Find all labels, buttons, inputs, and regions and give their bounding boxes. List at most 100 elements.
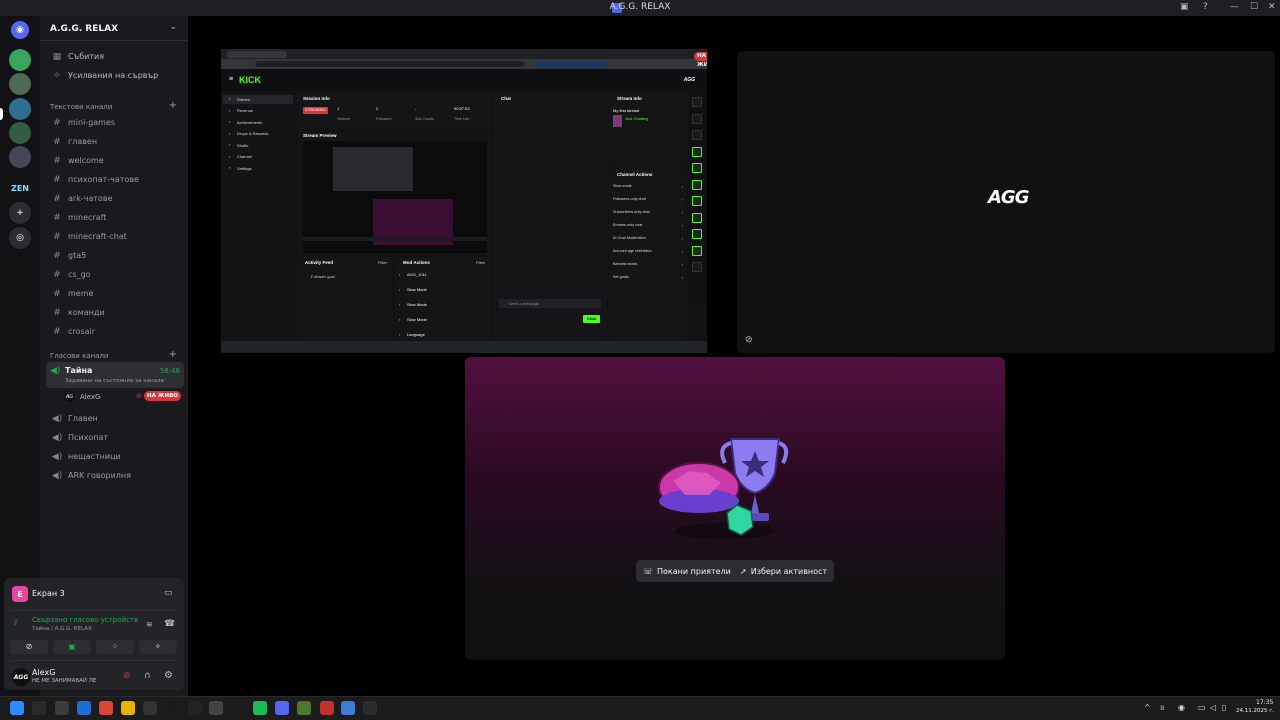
volume-icon[interactable]: ◁ — [1210, 703, 1216, 712]
app-icon[interactable] — [341, 701, 355, 715]
edge-icon[interactable] — [77, 701, 91, 715]
voice-user-name[interactable]: AlexG — [80, 393, 100, 401]
choose-activity-button[interactable]: ➚ Избери активност — [733, 560, 835, 582]
inbox-icon[interactable]: ▣ — [1180, 2, 1189, 12]
activity-item: Follower goal — [311, 274, 335, 279]
tray-icon[interactable]: ◉ — [1178, 703, 1185, 712]
selected-server-indicator — [0, 108, 3, 120]
spotify-icon[interactable] — [253, 701, 267, 715]
kick-tool-button — [692, 163, 702, 173]
maximize-button[interactable]: ☐ — [1250, 2, 1258, 12]
connection-status[interactable]: Свързано гласово устройств — [32, 616, 138, 624]
disconnect-icon[interactable]: ☎ — [164, 619, 175, 629]
add-channel-icon[interactable]: + — [169, 100, 177, 111]
server-2-icon[interactable] — [9, 73, 31, 95]
mic-muted-icon[interactable]: ⊘ — [123, 671, 131, 681]
mod-icon: ▪ — [399, 273, 401, 277]
screen-share-button[interactable]: ▣ — [53, 640, 91, 654]
screen-share-tile[interactable]: KICK ≡ AGG ▪ Stream ▪ Revenue ▪ Achievements ▪… — [221, 49, 707, 353]
noise-suppression-icon[interactable]: ≋ — [146, 620, 153, 629]
text-channel-главен[interactable]: # главен — [48, 133, 184, 150]
add-voice-channel-icon[interactable]: + — [169, 349, 177, 360]
voice-status-text[interactable]: Задаване на състояние за канала — [65, 378, 164, 384]
user-panel: E Екран 3 ▭ ⫽ Свързано гласово устройств… — [4, 578, 184, 690]
help-icon[interactable]: ? — [1203, 2, 1208, 12]
text-channel-cs_go[interactable]: # cs_go — [48, 266, 184, 283]
voice-channel-Главен[interactable]: ◀) Главен — [48, 410, 184, 427]
clock-time[interactable]: 17:35 — [1256, 699, 1273, 706]
camera-off-button[interactable]: ⊘ — [10, 640, 48, 654]
add-user-icon: ☏ — [643, 566, 654, 576]
battery-icon[interactable]: ▯ — [1222, 703, 1226, 712]
discord-icon[interactable] — [275, 701, 289, 715]
settings-gear-icon[interactable]: ⚙ — [164, 670, 173, 681]
terminal-icon[interactable] — [209, 701, 223, 715]
voice-channel-ARK говорилня[interactable]: ◀) ARK говорилня — [48, 467, 184, 484]
app-icon[interactable] — [363, 701, 377, 715]
channel-name: cs_go — [68, 270, 91, 279]
minimize-button[interactable]: — — [1230, 2, 1239, 12]
task-view-icon[interactable] — [55, 701, 69, 715]
server-4-icon[interactable] — [9, 122, 31, 144]
steam-icon[interactable] — [231, 701, 245, 715]
text-channel-minecraft[interactable]: # minecraft — [48, 209, 184, 226]
add-server-icon[interactable]: + — [9, 202, 31, 224]
text-channel-crosair[interactable]: # crosair — [48, 323, 184, 340]
connection-location[interactable]: Тайна / A.G.G. RELAX — [32, 626, 92, 632]
minecraft-icon[interactable] — [297, 701, 311, 715]
active-voice-channel[interactable]: ◀) Тайна 58:46 Задаване на състояние за … — [46, 362, 184, 388]
mic-muted-icon: ⊘ — [745, 335, 753, 345]
menu-icon: ≡ — [229, 76, 234, 83]
text-channel-welcome[interactable]: # welcome — [48, 152, 184, 169]
server-name[interactable]: A.G.G. RELAX — [50, 24, 118, 34]
text-channel-ark-чатове[interactable]: # ark-чатове — [48, 190, 184, 207]
text-channel-meme[interactable]: # meme — [48, 285, 184, 302]
search-icon[interactable] — [32, 701, 46, 715]
url-field — [255, 61, 525, 67]
user-avatar[interactable]: AGG — [12, 668, 30, 686]
server-1-icon[interactable] — [9, 49, 31, 71]
app-icon[interactable] — [143, 701, 157, 715]
chevron-down-icon[interactable]: ⌄ — [169, 22, 177, 32]
discover-icon[interactable]: ◎ — [9, 227, 31, 249]
network-icon[interactable]: ▭ — [1198, 703, 1206, 712]
discord-home-icon[interactable]: ◉ — [11, 21, 29, 39]
bluetooth-icon[interactable]: ʙ — [1160, 703, 1165, 712]
windows-start-icon[interactable] — [10, 701, 24, 715]
activities-button[interactable]: ⁘ — [96, 640, 134, 654]
text-channel-команди[interactable]: # команди — [48, 304, 184, 321]
server-agg-icon[interactable] — [9, 98, 31, 120]
text-channel-minecraft-chat[interactable]: # minecraft-chat — [48, 228, 184, 245]
voice-channel-нещастници[interactable]: ◀) нещастници — [48, 448, 184, 465]
chevron-right-icon: › — [681, 275, 683, 280]
headphones-icon[interactable]: ∩ — [144, 671, 151, 681]
tray-chevron-icon[interactable]: ^ — [1144, 703, 1151, 712]
popout-icon[interactable]: ▭ — [164, 588, 173, 598]
soundboard-button[interactable]: ✧ — [139, 640, 177, 654]
server-zen-icon[interactable]: ZEN — [9, 177, 31, 199]
user-status[interactable]: НЕ МЕ ЗАНИМАВАЙ ЛЕ — [32, 678, 96, 684]
sidebar-item-events[interactable]: ▦ Събития — [48, 48, 184, 65]
app-icon[interactable] — [320, 701, 334, 715]
close-button[interactable]: ✕ — [1268, 2, 1276, 12]
nav-label: Achievements — [237, 119, 263, 125]
voice-category-label[interactable]: Гласови канали — [50, 352, 108, 360]
sidebar-item-boosts[interactable]: ✧ Усилвания на сървър — [48, 67, 184, 84]
clock-date[interactable]: 24.11.2025 г. — [1236, 708, 1274, 714]
chrome-icon[interactable] — [99, 701, 113, 715]
file-explorer-icon[interactable] — [121, 701, 135, 715]
chevron-right-icon: › — [681, 223, 683, 228]
obs-icon[interactable] — [188, 701, 202, 715]
settings-icon[interactable] — [166, 701, 180, 715]
server-5-icon[interactable] — [9, 146, 31, 168]
kick-nav-item: ▪ Channel — [223, 153, 293, 162]
text-category-label[interactable]: Текстови канали — [50, 103, 112, 111]
user-name[interactable]: AlexG — [32, 668, 55, 677]
user-video-tile[interactable]: AGG ⊘ — [737, 51, 1275, 353]
voice-channel-Психопат[interactable]: ◀) Психопат — [48, 429, 184, 446]
text-channel-психопат-чатове[interactable]: # психопат-чатове — [48, 171, 184, 188]
nav-icon: ▪ — [229, 96, 231, 101]
text-channel-mini-games[interactable]: # mini-games — [48, 114, 184, 131]
text-channel-gta5[interactable]: # gta5 — [48, 247, 184, 264]
invite-friends-button[interactable]: ☏ Покани приятели — [636, 560, 738, 582]
